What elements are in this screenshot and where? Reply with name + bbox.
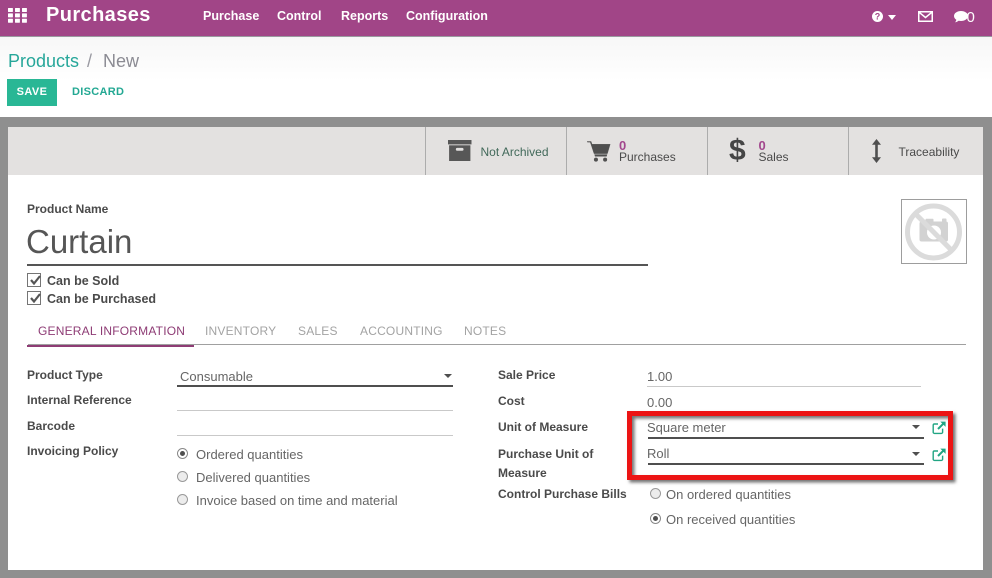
svg-text:?: ? [875,12,881,22]
